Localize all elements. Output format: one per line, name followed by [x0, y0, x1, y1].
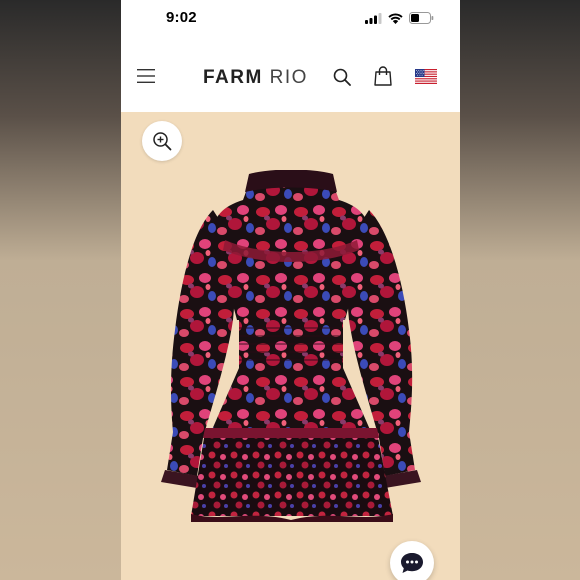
status-bar: 9:02: [121, 0, 460, 40]
dress-product-image[interactable]: [141, 170, 441, 540]
zoom-button[interactable]: [142, 121, 182, 161]
product-image-area: [121, 112, 460, 580]
us-flag-icon[interactable]: [415, 69, 437, 84]
search-icon[interactable]: [333, 68, 351, 86]
signal-icon: [365, 12, 382, 24]
battery-icon: [409, 12, 434, 24]
chat-button[interactable]: [390, 541, 434, 580]
chat-icon: [401, 553, 423, 573]
menu-icon[interactable]: [137, 68, 155, 84]
brand-logo[interactable]: FARM RIO: [203, 67, 308, 89]
wifi-icon: [388, 13, 403, 24]
status-icons: [365, 11, 434, 25]
phone-screen: 9:02 FARM RIO: [121, 0, 460, 580]
brand-name-light: RIO: [269, 67, 308, 88]
shopping-bag-icon[interactable]: [374, 66, 392, 86]
brand-name-bold: FARM: [203, 67, 263, 88]
zoom-in-icon: [153, 132, 172, 151]
status-time: 9:02: [166, 9, 197, 26]
top-navigation: FARM RIO: [121, 40, 460, 112]
